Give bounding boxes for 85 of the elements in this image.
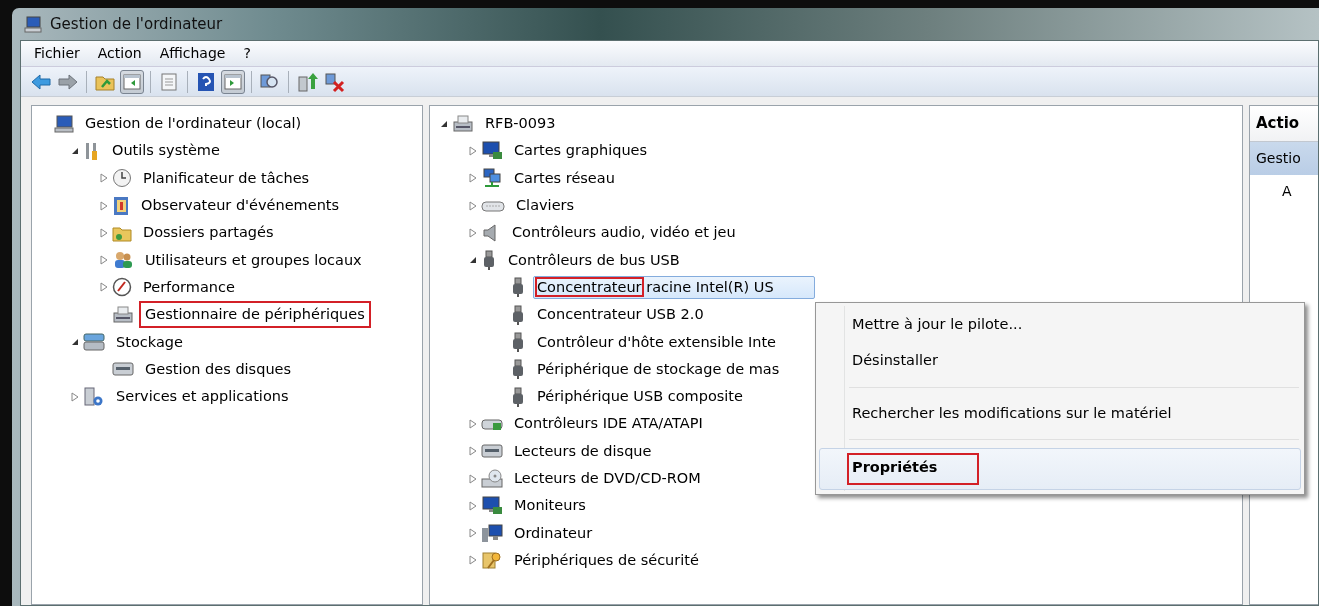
menu-item[interactable]: Action	[90, 43, 149, 64]
menu-item[interactable]: Rechercher les modifications sur le matériel	[819, 395, 1301, 432]
tree-item[interactable]: Contrôleurs de bus USB	[504, 248, 684, 272]
tree-item[interactable]: Outils système	[108, 139, 224, 163]
tree-item[interactable]: Lecteurs de disque	[510, 439, 656, 463]
tree-item[interactable]: Concentrateur racine Intel(R) US	[533, 275, 815, 299]
tree-item[interactable]: Périphérique USB composite	[533, 385, 747, 409]
expand-arrow-icon[interactable]	[100, 255, 108, 266]
gauge-icon	[112, 277, 132, 298]
key-icon	[481, 550, 503, 571]
expand-arrow-icon[interactable]	[469, 555, 477, 566]
tree-item[interactable]: Performance	[139, 275, 239, 299]
monitor-icon	[481, 140, 503, 161]
network-icon	[481, 168, 503, 189]
usb-plug-icon	[510, 277, 526, 298]
tree-item[interactable]: Planificateur de tâches	[139, 166, 314, 190]
usb-plug-icon	[510, 386, 526, 407]
tree-item[interactable]: Stockage	[112, 330, 187, 354]
tree-item[interactable]: Ordinateur	[510, 521, 597, 545]
clock-icon	[112, 168, 132, 189]
usb-plug-icon	[510, 359, 526, 380]
people-icon	[112, 250, 134, 271]
expand-arrow-icon[interactable]	[100, 200, 108, 211]
menu-item[interactable]: Mettre à jour le pilote...	[819, 307, 1301, 343]
tree-item[interactable]: Contrôleur d'hôte extensible Inte	[533, 330, 781, 354]
menu-item[interactable]: ?	[236, 43, 258, 64]
expand-arrow-icon[interactable]	[469, 227, 477, 238]
keyboard-icon	[481, 198, 505, 213]
tree-item[interactable]: Cartes graphiques	[510, 139, 652, 163]
tree-item[interactable]: Concentrateur USB 2.0	[533, 303, 708, 327]
tree-item[interactable]: Contrôleurs IDE ATA/ATAPI	[510, 412, 707, 436]
toolbar-button[interactable]	[120, 69, 144, 94]
usb-plug-icon	[510, 332, 526, 352]
tree-item[interactable]: Gestion de l'ordinateur (local)	[81, 112, 306, 136]
help-icon	[195, 70, 217, 93]
disc-drive-icon	[481, 468, 503, 489]
expand-arrow-icon[interactable]	[100, 173, 108, 184]
log-icon	[112, 195, 130, 216]
collapse-arrow-icon[interactable]	[71, 146, 79, 155]
menu-item[interactable]: Désinstaller	[819, 342, 1301, 379]
tree-item[interactable]: Gestionnaire de périphériques	[141, 303, 369, 327]
tree-item[interactable]: Gestion des disques	[141, 357, 296, 381]
tree-item[interactable]: Moniteurs	[510, 494, 590, 518]
tree-item[interactable]: Lecteurs de DVD/CD-ROM	[510, 467, 705, 490]
tree-item[interactable]: Périphérique de stockage de mas	[533, 357, 784, 381]
tree-item[interactable]: Claviers	[512, 194, 579, 218]
section-header[interactable]: Gestio	[1250, 141, 1318, 175]
server-icon	[83, 386, 105, 407]
expand-arrow-icon[interactable]	[469, 200, 477, 211]
computer-icon	[481, 523, 503, 544]
tree-item[interactable]: RFB-0093	[481, 112, 560, 136]
toolbar-button[interactable]	[221, 69, 245, 94]
expand-arrow-icon[interactable]	[469, 500, 477, 511]
document-icon	[158, 70, 180, 93]
expand-arrow-icon[interactable]	[469, 173, 477, 184]
expand-arrow-icon[interactable]	[469, 528, 477, 539]
expand-arrow-icon[interactable]	[469, 418, 477, 429]
tree-item[interactable]: Périphériques de sécurité	[510, 548, 703, 572]
expand-arrow-icon[interactable]	[100, 282, 108, 293]
tree-item[interactable]: Cartes réseau	[510, 166, 619, 190]
expand-arrow-icon[interactable]	[469, 446, 477, 457]
disable-icon	[323, 70, 345, 93]
expand-arrow-icon[interactable]	[469, 145, 477, 156]
usb-plug-icon	[510, 304, 526, 325]
tree-item[interactable]: Observateur d'événements	[137, 194, 344, 218]
menu-item[interactable]: Propriétés	[819, 448, 1301, 490]
tree-item[interactable]: Contrôleurs audio, vidéo et jeu	[508, 221, 740, 245]
action-link[interactable]: A	[1250, 174, 1318, 208]
expand-arrow-icon[interactable]	[71, 391, 79, 402]
usb-plug-icon	[481, 250, 497, 271]
expand-arrow-icon[interactable]	[469, 473, 477, 484]
monitor-icon	[481, 495, 503, 516]
computer-icon	[24, 15, 42, 33]
expand-arrow-icon[interactable]	[100, 227, 108, 238]
tree-item[interactable]: Dossiers partagés	[139, 221, 278, 245]
window-title: Gestion de l'ordinateur	[50, 13, 223, 35]
menu-item[interactable]: Affichage	[152, 43, 233, 64]
collapse-arrow-icon[interactable]	[440, 119, 448, 128]
computer-icon	[54, 114, 74, 133]
collapse-arrow-icon[interactable]	[71, 338, 79, 346]
tree-item[interactable]: Utilisateurs et groupes locaux	[141, 248, 366, 272]
menu-item[interactable]: Fichier	[27, 43, 87, 64]
collapse-arrow-icon[interactable]	[469, 256, 477, 265]
storage-icon	[83, 332, 105, 352]
tree-item[interactable]: Services et applications	[112, 385, 293, 409]
